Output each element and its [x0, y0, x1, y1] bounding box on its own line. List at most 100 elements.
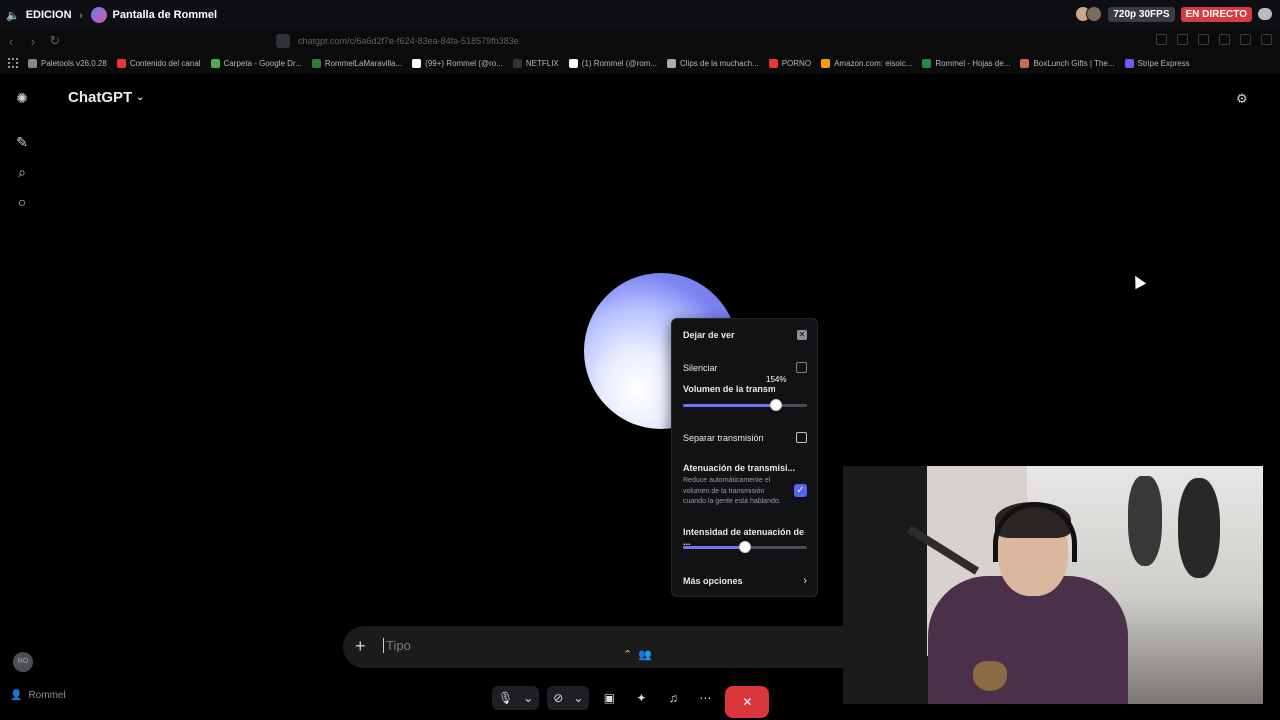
voice-settings-icon[interactable]: ⚙ — [1236, 91, 1248, 107]
chevron-down-icon[interactable]: ⌄ — [523, 691, 533, 705]
microphone-icon[interactable]: 🎙 — [498, 691, 513, 705]
bookmark-favicon-icon — [568, 58, 578, 68]
new-chat-icon[interactable]: ✎ — [14, 134, 30, 150]
self-user: 👤 Rommel — [10, 690, 66, 701]
attenuation-slider-thumb[interactable] — [739, 541, 751, 553]
bookmark-favicon-icon — [28, 58, 37, 68]
camera-off-icon[interactable]: ⊘ — [553, 691, 563, 705]
bookmark-label: (99+) Rommel (@ro... — [425, 58, 503, 68]
bookmark-item[interactable]: (1) Rommel (@rom... — [568, 58, 658, 68]
stop-watching-icon: ✕ — [797, 330, 807, 340]
extension-icon[interactable] — [1156, 34, 1167, 45]
bookmark-item[interactable]: (99+) Rommel (@ro... — [412, 58, 503, 68]
bookmark-item[interactable]: Contenido del canal — [116, 58, 201, 68]
bookmark-favicon-icon — [768, 58, 778, 68]
guitar-image — [1128, 476, 1162, 566]
model-selector[interactable]: ChatGPT ⌄ — [68, 89, 145, 106]
search-icon[interactable]: ⌕ — [14, 164, 30, 180]
chevron-up-icon[interactable]: ⌃ — [623, 648, 632, 661]
user-avatar[interactable]: RO — [13, 652, 33, 672]
bookmark-item[interactable]: Carpeta - Google Dr... — [210, 58, 302, 68]
popout-item[interactable]: Separar transmisión — [683, 432, 807, 443]
mute-item[interactable]: Silenciar — [683, 362, 807, 373]
menu-icon[interactable] — [1261, 34, 1272, 45]
volume-slider-fill — [683, 404, 776, 407]
stop-watching-item[interactable]: Dejar de ver ✕ — [683, 330, 807, 340]
bookmark-item[interactable]: Rommel - Hojas de... — [922, 58, 1010, 68]
channel-name[interactable]: EDICION — [26, 9, 72, 21]
more-options-icon[interactable]: ⋯ — [693, 686, 717, 710]
chatgpt-sidebar: ✺ ✎ ⌕ ○ — [0, 76, 44, 686]
bookmark-favicon-icon — [116, 58, 126, 68]
bookmark-label: Paletools v26.0.28 — [41, 58, 107, 68]
more-options-label: Más opciones — [683, 576, 743, 586]
volume-slider[interactable] — [683, 399, 807, 411]
attenuation-item[interactable]: Atenuación de transmisi... — [683, 463, 807, 473]
stop-watching-label: Dejar de ver — [683, 330, 735, 340]
bookmark-label: Contenido del canal — [129, 58, 201, 68]
bookmark-label: Carpeta - Google Dr... — [223, 58, 302, 68]
address-bar[interactable]: chatgpt.com/c/6a6d2f7e-f624-83ea-84fa-51… — [276, 32, 996, 50]
bookmark-favicon-icon — [210, 58, 220, 68]
chevron-down-icon: ⌄ — [136, 92, 145, 103]
url-text[interactable]: chatgpt.com/c/6a6d2f7e-f624-83ea-84fa-51… — [298, 36, 519, 46]
activities-icon[interactable]: ✦ — [629, 686, 653, 710]
openai-logo-icon[interactable]: ✺ — [14, 90, 30, 106]
end-call-button[interactable]: ✕ — [725, 686, 770, 718]
bookmark-label: (1) Rommel (@rom... — [581, 58, 658, 68]
microphone-group[interactable]: 🎙 ⌄ — [492, 686, 540, 710]
overlay-toggle[interactable]: ⌃ 👥 — [623, 648, 652, 661]
bookmark-label: Clips de la muchach... — [680, 58, 759, 68]
attenuation-checkbox[interactable]: ✓ — [794, 484, 807, 497]
bookmark-item[interactable]: NETFLIX — [512, 58, 559, 68]
mute-checkbox[interactable] — [796, 362, 807, 373]
bookmark-item[interactable]: BoxLunch Gifts | The... — [1020, 58, 1115, 68]
sidebar-icon[interactable] — [1219, 34, 1230, 45]
volume-tooltip: 154% — [762, 373, 791, 386]
self-username: Rommel — [28, 690, 66, 701]
attenuation-description: Reduce automáticamente el volumen de la … — [683, 477, 781, 505]
bookmark-item[interactable]: PORNO — [768, 58, 811, 68]
wallet-icon[interactable] — [1240, 34, 1251, 45]
browser-toolbar: ‹ › ↻ chatgpt.com/c/6a6d2f7e-f624-83ea-8… — [0, 30, 1280, 52]
camera-group[interactable]: ⊘ ⌄ — [547, 686, 590, 710]
apps-grid-icon[interactable] — [8, 58, 18, 68]
stream-header: 🔈 EDICION › Pantalla de Rommel 720p 30FP… — [0, 0, 1280, 30]
stream-title: Pantalla de Rommel — [112, 9, 218, 21]
user-icon: 👤 — [10, 690, 23, 701]
participants-icon[interactable]: 👥 — [638, 648, 652, 661]
volume-slider-thumb[interactable] — [770, 399, 782, 411]
webcam-feed — [843, 466, 1263, 704]
chevron-down-icon[interactable]: ⌄ — [573, 691, 583, 705]
soundboard-icon[interactable]: ♫ — [661, 686, 685, 710]
bookmark-item[interactable]: Amazon.com: eisoic... — [821, 58, 912, 68]
site-info-icon[interactable] — [276, 34, 290, 48]
volume-label: Volumen de la transmisión — [683, 384, 775, 394]
bookmark-favicon-icon — [311, 58, 321, 68]
quality-badge: 720p 30FPS — [1108, 6, 1175, 22]
download-icon[interactable] — [1177, 34, 1188, 45]
mute-label: Silenciar — [683, 362, 718, 373]
composer-input[interactable]: Tipo — [383, 638, 411, 653]
bookmark-item[interactable]: RommelLaMaravilla... — [311, 58, 403, 68]
viewer-avatars[interactable] — [1075, 6, 1103, 22]
chat-history-icon[interactable]: ○ — [14, 194, 30, 210]
back-icon[interactable]: ‹ — [0, 34, 22, 49]
guitar-image — [1178, 478, 1220, 578]
bookmark-favicon-icon — [1124, 58, 1134, 68]
more-options-item[interactable]: Más opciones › — [683, 575, 807, 587]
bookmark-item[interactable]: Clips de la muchach... — [667, 58, 759, 68]
bookmarks-bar: Paletools v26.0.28 Contenido del canal Car… — [0, 52, 1280, 74]
app-title: ChatGPT — [68, 89, 133, 106]
plus-icon[interactable]: + — [355, 636, 366, 657]
bookmark-label: RommelLaMaravilla... — [324, 58, 403, 68]
reload-icon[interactable]: ↻ — [44, 33, 66, 49]
chat-bubble-icon[interactable] — [1258, 8, 1272, 20]
speaker-icon: 🔈 — [6, 9, 20, 22]
music-icon[interactable] — [1198, 34, 1209, 45]
bookmark-item[interactable]: Stripe Express — [1124, 58, 1190, 68]
bookmark-item[interactable]: Paletools v26.0.28 — [28, 58, 107, 68]
forward-icon[interactable]: › — [22, 34, 44, 49]
screen-share-icon[interactable]: ▣ — [597, 686, 621, 710]
attenuation-slider[interactable] — [683, 541, 807, 553]
